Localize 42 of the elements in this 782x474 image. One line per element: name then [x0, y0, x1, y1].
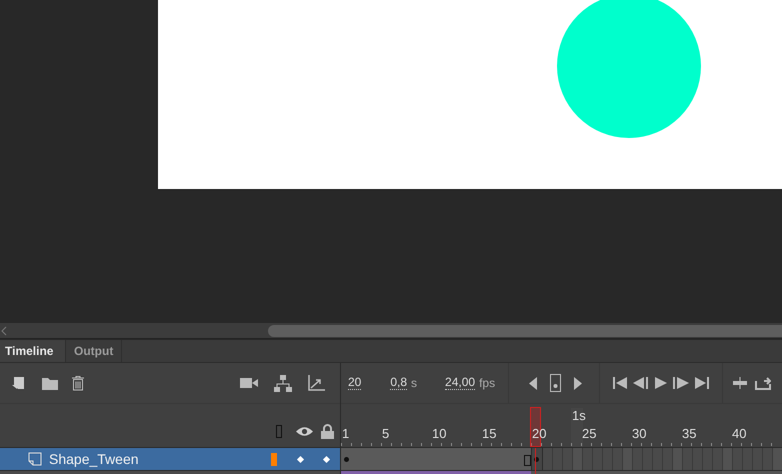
folder-icon[interactable]	[42, 376, 58, 390]
frame-number: 10	[432, 427, 446, 441]
layer-color-swatch[interactable]	[271, 452, 277, 466]
lock-icon[interactable]	[321, 424, 334, 439]
frame-number: 30	[632, 427, 646, 441]
next-keyframe-icon[interactable]	[574, 376, 582, 390]
step-forward-icon[interactable]	[673, 377, 690, 389]
panel-tab[interactable]: Timeline	[0, 340, 66, 362]
frame-number: 40	[732, 427, 746, 441]
frame-number: 25	[582, 427, 596, 441]
eye-icon[interactable]	[296, 426, 313, 437]
second-marker: 1s	[571, 408, 583, 447]
loop-icon[interactable]	[755, 376, 772, 390]
current-frame-field[interactable]: 20	[348, 376, 362, 390]
fps-unit: fps	[479, 376, 496, 390]
time-unit: s	[411, 376, 418, 390]
graph-icon[interactable]	[308, 375, 325, 391]
layer-row[interactable]: Shape_Tween	[0, 447, 340, 470]
skip-back-icon[interactable]	[613, 377, 628, 389]
keyframe-icon[interactable]	[550, 374, 562, 392]
scrollbar-thumb[interactable]	[268, 324, 782, 336]
layer-name: Shape_Tween	[49, 451, 139, 467]
horizontal-scrollbar[interactable]	[0, 323, 782, 339]
tween-end-icon	[524, 455, 531, 466]
hierarchy-icon[interactable]	[274, 374, 292, 392]
step-back-icon[interactable]	[633, 377, 650, 389]
center-frame-icon[interactable]	[733, 377, 748, 389]
frame-number: 15	[482, 427, 496, 441]
time-field[interactable]: 0,8	[390, 376, 408, 390]
skip-forward-icon[interactable]	[695, 377, 710, 389]
keyframe-dot-icon	[344, 457, 349, 462]
chevron-left-icon[interactable]	[1, 326, 7, 336]
frame-number: 1	[342, 427, 350, 441]
trash-icon[interactable]	[71, 376, 85, 390]
frame-number: 5	[382, 427, 390, 441]
play-icon[interactable]	[655, 377, 668, 389]
camera-icon[interactable]	[240, 377, 258, 389]
frame-number: 35	[682, 427, 696, 441]
previous-keyframe-icon[interactable]	[529, 376, 538, 390]
layer-icon	[28, 452, 42, 466]
new-layer-icon[interactable]	[11, 376, 25, 390]
fps-field[interactable]: 24,00	[445, 376, 476, 390]
